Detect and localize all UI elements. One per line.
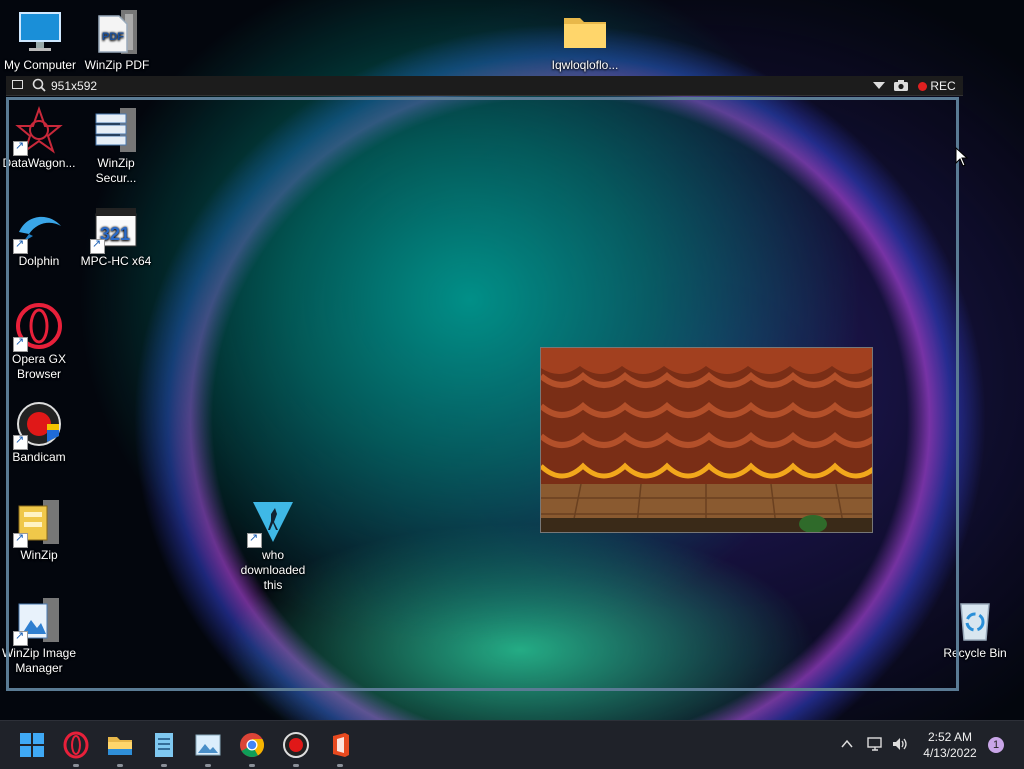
video-frame [541, 348, 872, 532]
folder-icon [561, 8, 609, 56]
taskbar-opera-gx[interactable] [60, 729, 92, 767]
taskbar-file-explorer[interactable] [104, 729, 136, 767]
taskbar-notepad[interactable] [148, 729, 180, 767]
desktop-icon-my-computer[interactable]: My Computer [0, 8, 80, 73]
mouse-cursor-icon [955, 147, 969, 167]
camera-icon[interactable] [893, 79, 909, 95]
notepad-icon [155, 733, 173, 757]
taskbar-chrome[interactable] [236, 729, 268, 767]
windows-start-icon [20, 733, 44, 757]
desktop-icon-label: My Computer [3, 58, 77, 72]
running-indicator [337, 764, 343, 767]
running-indicator [205, 764, 211, 767]
running-indicator [249, 764, 255, 767]
network-icon[interactable] [866, 735, 884, 758]
office-icon [333, 733, 349, 757]
volume-icon[interactable] [891, 735, 909, 758]
record-dot-icon [918, 82, 927, 91]
show-hidden-icons-chevron-icon[interactable] [840, 737, 854, 756]
opera-gx-icon [63, 731, 89, 759]
capture-size-readout: 951x592 [51, 79, 98, 93]
taskbar-photos[interactable] [192, 729, 224, 767]
desktop-icon-label: Iqwloqloflo... [551, 58, 619, 72]
notification-badge[interactable]: 1 [988, 737, 1004, 753]
clock[interactable]: 2:52 AM 4/13/2022 [918, 729, 982, 761]
dropdown-arrow-icon[interactable] [873, 82, 885, 89]
video-player-window[interactable] [540, 347, 873, 533]
clock-date: 4/13/2022 [923, 746, 977, 760]
taskbar-bandicam[interactable] [280, 729, 312, 767]
rec-button[interactable]: REC [918, 79, 956, 93]
file-explorer-icon [108, 737, 132, 755]
desktop-icon-winzip-pdf[interactable]: PDF WinZip PDF [77, 8, 157, 73]
chrome-icon [240, 733, 265, 758]
rec-label: REC [930, 79, 956, 93]
desktop-icon-label: WinZip PDF [84, 58, 150, 72]
running-indicator [73, 764, 79, 767]
monitor-icon [16, 8, 64, 56]
start-button[interactable] [16, 729, 48, 761]
taskbar: 2:52 AM 4/13/2022 1 [0, 720, 1024, 769]
desktop-icon-folder[interactable]: Iqwloqloflo... [545, 8, 625, 73]
window-mode-icon[interactable] [12, 80, 23, 89]
clock-time: 2:52 AM [927, 730, 973, 744]
taskbar-office[interactable] [324, 729, 356, 767]
winzip-pdf-icon: PDF [93, 8, 141, 56]
running-indicator [117, 764, 123, 767]
running-indicator [161, 764, 167, 767]
recorder-toolbar[interactable]: 951x592 REC [6, 76, 963, 96]
pdf-badge: PDF [102, 31, 124, 43]
bandicam-icon [283, 732, 309, 758]
running-indicator [293, 764, 299, 767]
zoom-icon[interactable] [32, 77, 46, 96]
photos-icon [195, 734, 221, 756]
